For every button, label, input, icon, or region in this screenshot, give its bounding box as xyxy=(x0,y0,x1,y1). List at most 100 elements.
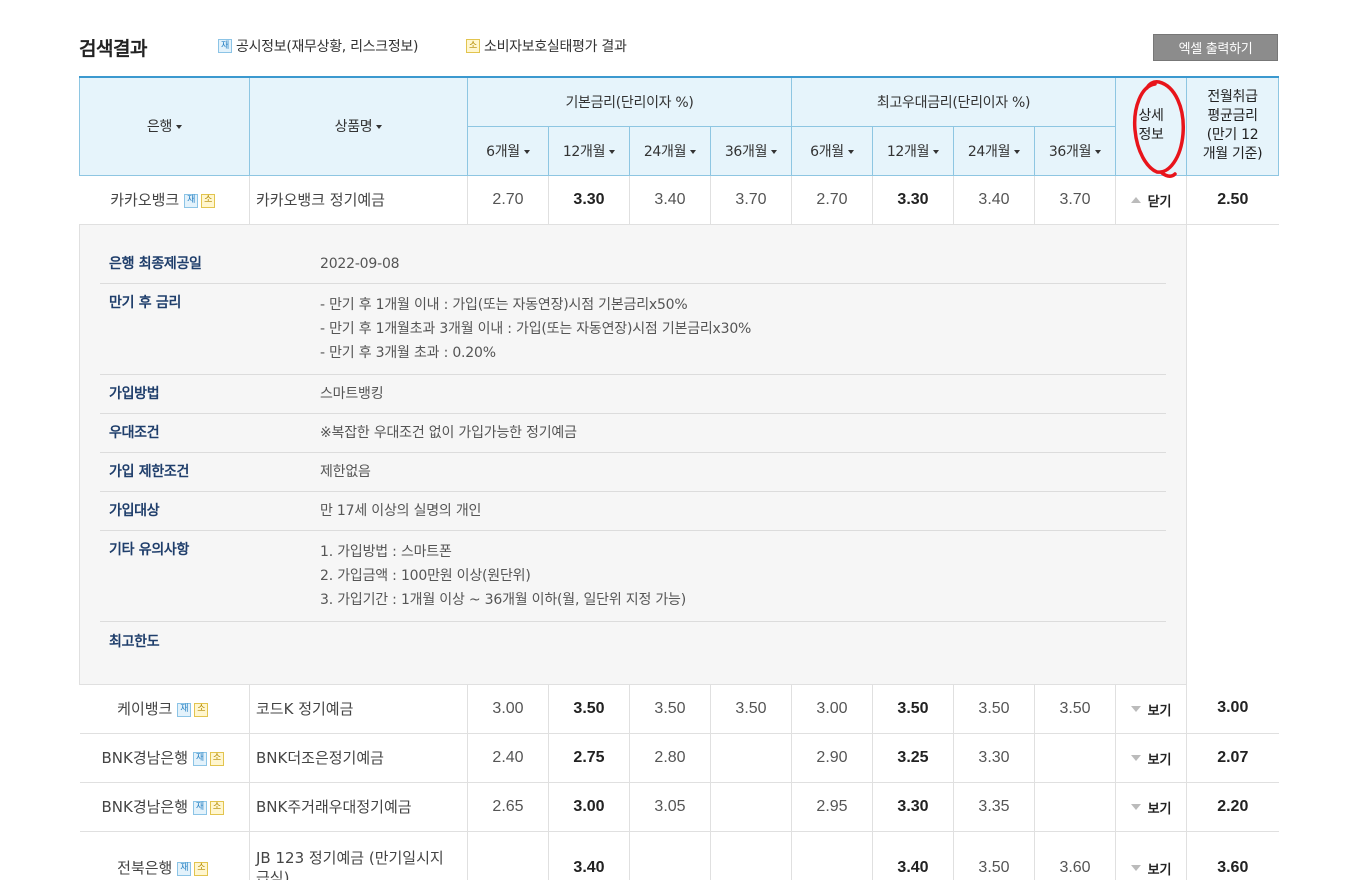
detail-open-button[interactable]: 보기 xyxy=(1130,749,1171,768)
max-24m-header[interactable]: 24개월 xyxy=(953,125,1035,176)
legend-consumer: 소 소비자보호실태평가 결과 xyxy=(466,36,627,56)
consumer-badge-icon[interactable]: 소 xyxy=(194,861,209,876)
period-label: 12개월 xyxy=(562,143,606,160)
triangle-down-icon xyxy=(1130,755,1141,762)
table-row: 케이뱅크 재 소 코드K 정기예금 3.00 3.50 3.50 3.50 3.00… xyxy=(79,684,1279,734)
bank-cell: BNK경남은행 재 소 xyxy=(79,782,250,832)
detail-panel: 은행 최종제공일 2022-09-08 만기 후 금리 - 만기 후 1개월 이… xyxy=(78,224,1188,685)
base-36m-header[interactable]: 36개월 xyxy=(710,125,792,176)
rate-cell xyxy=(629,831,711,880)
empty-cell xyxy=(1186,224,1279,684)
table-row: BNK경남은행 재 소 BNK더조은정기예금 2.40 2.75 2.80 2.90… xyxy=(79,733,1279,783)
detail-open-button[interactable]: 보기 xyxy=(1130,700,1172,719)
sort-caret-icon xyxy=(176,125,183,130)
bank-name: BNK경남은행 xyxy=(101,798,189,816)
product-header-label: 상품명 xyxy=(334,119,373,136)
rate-cell: 2.65 xyxy=(467,782,549,832)
rate-cell: 3.50 xyxy=(872,684,954,734)
detail-line: 3. 가입기간 : 1개월 이상 ~ 36개월 이하(월, 일단위 지정 가능) xyxy=(320,591,687,608)
rate-cell: 3.50 xyxy=(710,684,792,734)
rate-cell: 3.50 xyxy=(953,831,1035,880)
rate-cell xyxy=(1033,733,1116,783)
sort-caret-icon xyxy=(1014,149,1021,154)
bank-cell: BNK경남은행 재 소 xyxy=(79,733,250,783)
detail-label: 가입대상 xyxy=(109,502,160,519)
rate-cell: 3.40 xyxy=(548,831,630,880)
detail-label: 기타 유의사항 xyxy=(109,541,190,558)
legend-disclosure: 재 공시정보(재무상황, 리스크정보) xyxy=(218,36,418,56)
triangle-up-icon xyxy=(1130,197,1141,204)
detail-close-button[interactable]: 닫기 xyxy=(1130,191,1172,210)
period-label: 24개월 xyxy=(643,143,687,160)
rate-cell: 3.30 xyxy=(548,175,630,225)
detail-header-line1: 상세 xyxy=(1138,108,1164,125)
product-column-header[interactable]: 상품명 xyxy=(249,76,468,176)
consumer-badge-icon: 소 xyxy=(466,39,480,53)
excel-export-button[interactable]: 엑셀 출력하기 xyxy=(1153,34,1278,61)
detail-open-button[interactable]: 보기 xyxy=(1130,859,1171,878)
detail-value: 스마트뱅킹 xyxy=(320,385,384,402)
base-24m-header[interactable]: 24개월 xyxy=(629,125,711,176)
detail-line: 2. 가입금액 : 100만원 이상(원단위) xyxy=(320,567,531,584)
rate-cell: 2.40 xyxy=(467,733,549,783)
rate-cell: 2.95 xyxy=(791,782,873,832)
detail-line: - 만기 후 1개월초과 3개월 이내 : 가입(또는 자동연장)시점 기본금리… xyxy=(320,320,752,337)
detail-row: 은행 최종제공일 2022-09-08 만기 후 금리 - 만기 후 1개월 이… xyxy=(78,224,1279,685)
rate-cell: 3.40 xyxy=(953,175,1035,225)
detail-toggle-cell: 닫기 xyxy=(1115,175,1187,225)
rate-cell: 3.30 xyxy=(872,782,954,832)
detail-open-button[interactable]: 보기 xyxy=(1130,798,1172,817)
rate-cell: 3.50 xyxy=(1033,684,1116,734)
rate-cell: 2.75 xyxy=(548,733,630,783)
sort-caret-icon xyxy=(523,149,530,154)
avg-header-line2: 평균금리 xyxy=(1207,108,1258,125)
bank-cell: 전북은행 재 소 xyxy=(79,831,250,880)
max-6m-header[interactable]: 6개월 xyxy=(791,125,873,176)
rate-cell: 3.00 xyxy=(791,684,873,734)
detail-item: 가입대상 만 17세 이상의 실명의 개인 xyxy=(100,492,1167,531)
consumer-badge-icon[interactable]: 소 xyxy=(210,800,225,815)
disclosure-badge-icon[interactable]: 재 xyxy=(177,702,192,717)
rate-cell: 3.05 xyxy=(629,782,711,832)
detail-item: 만기 후 금리 - 만기 후 1개월 이내 : 가입(또는 자동연장)시점 기본… xyxy=(100,284,1167,375)
legend-consumer-label: 소비자보호실태평가 결과 xyxy=(484,39,627,55)
period-label: 12개월 xyxy=(886,143,930,160)
bank-cell: 케이뱅크 재 소 xyxy=(79,684,250,734)
disclosure-badge-icon[interactable]: 재 xyxy=(193,751,208,766)
bank-cell: 카카오뱅크 재 소 xyxy=(79,175,250,225)
disclosure-badge-icon[interactable]: 재 xyxy=(177,861,192,876)
rate-cell: 3.50 xyxy=(953,684,1035,734)
triangle-down-icon xyxy=(1130,804,1141,811)
product-cell: 코드K 정기예금 xyxy=(249,684,468,734)
consumer-badge-icon[interactable]: 소 xyxy=(210,751,225,766)
detail-label: 가입 제한조건 xyxy=(109,463,190,480)
toggle-label: 닫기 xyxy=(1147,194,1172,210)
consumer-badge-icon[interactable]: 소 xyxy=(194,702,209,717)
detail-value: 제한없음 xyxy=(320,463,371,480)
toggle-label: 보기 xyxy=(1147,801,1172,817)
consumer-badge-icon[interactable]: 소 xyxy=(201,193,216,208)
toggle-label: 보기 xyxy=(1147,703,1172,719)
rate-cell: 3.70 xyxy=(710,175,792,225)
bank-column-header[interactable]: 은행 xyxy=(79,76,250,176)
rate-cell: 3.40 xyxy=(872,831,954,880)
max-12m-header[interactable]: 12개월 xyxy=(872,125,954,176)
bank-name: 케이뱅크 xyxy=(117,700,173,718)
avg-rate-column-header: 전월취급 평균금리 (만기 12 개월 기준) xyxy=(1186,76,1280,176)
disclosure-badge-icon[interactable]: 재 xyxy=(193,800,208,815)
sort-caret-icon xyxy=(690,149,697,154)
detail-item: 기타 유의사항 1. 가입방법 : 스마트폰 2. 가입금액 : 100만원 이… xyxy=(100,531,1167,622)
avg-rate-cell: 3.00 xyxy=(1186,684,1279,734)
disclosure-badge-icon[interactable]: 재 xyxy=(184,193,199,208)
avg-header-line3: (만기 12 xyxy=(1206,127,1259,144)
rate-cell xyxy=(791,831,873,880)
period-label: 6개월 xyxy=(810,143,844,160)
base-12m-header[interactable]: 12개월 xyxy=(548,125,630,176)
triangle-down-icon xyxy=(1130,706,1141,713)
detail-value: ※복잡한 우대조건 없이 가입가능한 정기예금 xyxy=(320,424,577,441)
detail-header-line2: 정보 xyxy=(1138,127,1164,144)
base-6m-header[interactable]: 6개월 xyxy=(467,125,549,176)
detail-item: 최고한도 xyxy=(100,622,1166,670)
max-36m-header[interactable]: 36개월 xyxy=(1033,125,1117,176)
detail-value: 2022-09-08 xyxy=(320,255,400,272)
